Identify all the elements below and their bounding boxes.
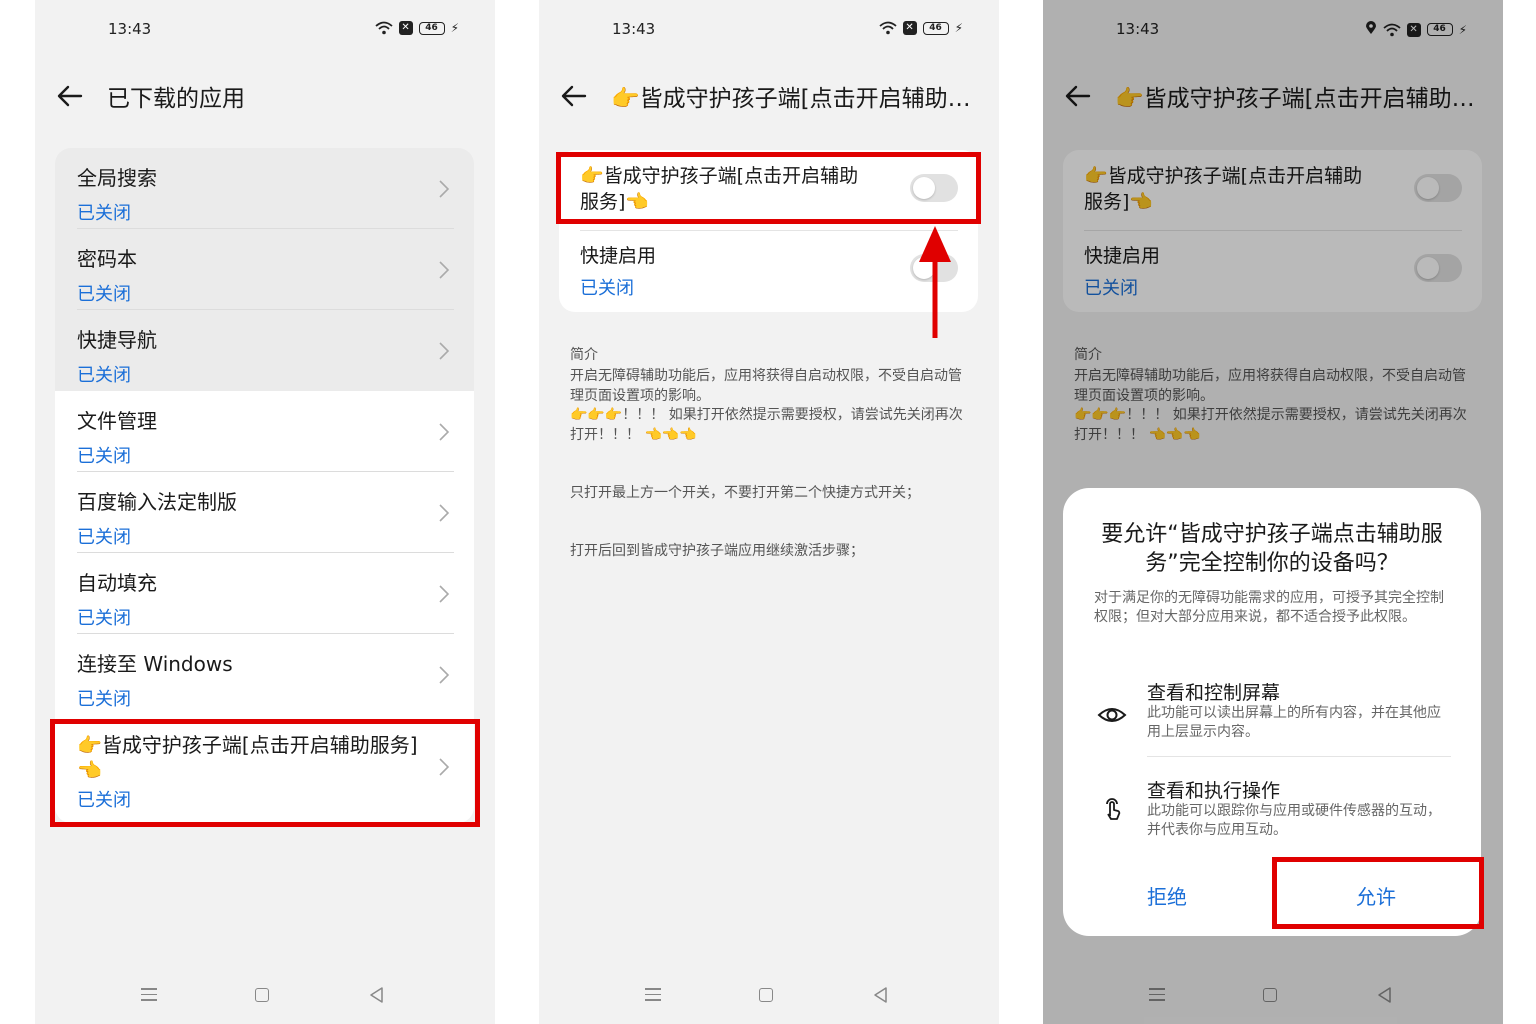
nav-bar: [35, 980, 495, 1010]
item-state: 已关闭: [77, 608, 131, 629]
red-arrow-icon: [919, 226, 951, 338]
nav-bar: [539, 980, 999, 1010]
status-bar: 13:43 ✕ 46 ⚡: [35, 18, 495, 42]
top-bar: 已下载的应用: [35, 74, 495, 118]
service-label-line2: 服务]👈: [580, 191, 650, 213]
chevron-right-icon: [439, 342, 450, 360]
charging-icon: ⚡: [450, 21, 459, 35]
service-toggle-row[interactable]: 👉皆成守护孩子端[点击开启辅助 服务]👈: [559, 150, 978, 230]
permission-title: 查看和控制屏幕: [1147, 682, 1281, 704]
chevron-right-icon: [439, 666, 450, 684]
page-title: 👉皆成守护孩子端[点击开启辅助服...: [611, 86, 989, 112]
list-item-link-to-windows[interactable]: 连接至 Windows 已关闭: [55, 634, 474, 715]
intro-text: 开启无障碍辅助功能后，应用将获得自启动权限，不受自启动管理页面设置项的影响。: [570, 368, 962, 404]
permission-desc: 此功能可以跟踪你与应用或硬件传感器的互动，并代表你与应用互动。: [1147, 803, 1441, 838]
no-sim-icon: ✕: [398, 21, 413, 35]
permission-view-perform-actions: 查看和执行操作 此功能可以跟踪你与应用或硬件传感器的互动，并代表你与应用互动。: [1063, 776, 1481, 846]
battery-icon: 46: [922, 21, 949, 35]
eye-icon: [1097, 708, 1127, 722]
nav-back-icon[interactable]: [872, 986, 888, 1004]
recents-icon[interactable]: [645, 988, 661, 1005]
item-name: 密码本: [77, 247, 137, 271]
deny-button[interactable]: 拒绝: [1107, 881, 1227, 910]
list-item-quick-nav[interactable]: 快捷导航 已关闭: [55, 310, 474, 391]
phone-screen-permission-dialog: 13:43 ✕ 46 ⚡ 👉皆成守护孩子端[点击开启辅助服... 👉皆成守护孩子…: [1043, 0, 1503, 1024]
item-state: 已关闭: [77, 365, 131, 386]
phone-screen-service-detail: 13:43 ✕ 46 ⚡ 👉皆成守护孩子端[点击开启辅助服... 👉皆成守护孩子…: [539, 0, 999, 1024]
wifi-icon: [878, 21, 897, 35]
phone-screen-downloaded-apps: 13:43 ✕ 46 ⚡ 已下载的应用 全局搜索 已关闭 密码本 已关闭 快捷导…: [35, 0, 495, 1024]
item-state: 已关闭: [77, 689, 131, 710]
battery-icon: 46: [418, 21, 445, 35]
item-name: 连接至 Windows: [77, 652, 233, 676]
wifi-icon: [374, 21, 393, 35]
chevron-right-icon: [439, 423, 450, 441]
item-state: 已关闭: [77, 527, 131, 548]
chevron-right-icon: [439, 180, 450, 198]
chevron-right-icon: [439, 758, 450, 776]
list-item-global-search[interactable]: 全局搜索 已关闭: [55, 148, 474, 229]
back-arrow-icon[interactable]: [55, 82, 85, 110]
status-time: 13:43: [108, 20, 152, 38]
allow-button[interactable]: 允许: [1316, 881, 1436, 910]
service-label-line1: 👉皆成守护孩子端[点击开启辅助: [580, 165, 859, 187]
chevron-right-icon: [439, 585, 450, 603]
home-icon[interactable]: [759, 988, 773, 1002]
item-state: 已关闭: [77, 284, 131, 305]
touch-gesture-icon: [1106, 798, 1121, 820]
list-item-password-book[interactable]: 密码本 已关闭: [55, 229, 474, 310]
home-icon[interactable]: [255, 988, 269, 1002]
status-bar: 13:43 ✕ 46 ⚡: [539, 18, 999, 42]
chevron-right-icon: [439, 261, 450, 279]
page-title: 已下载的应用: [107, 86, 245, 112]
nav-back-icon[interactable]: [368, 986, 384, 1004]
item-state: 已关闭: [77, 446, 131, 467]
item-name: 全局搜索: [77, 166, 157, 190]
status-time: 13:43: [612, 20, 656, 38]
back-arrow-icon[interactable]: [559, 82, 589, 110]
intro-note-1: 只打开最上方一个开关，不要打开第二个快捷方式开关；: [570, 485, 920, 501]
intro-heading: 简介: [570, 347, 598, 363]
permission-view-control-screen: 查看和控制屏幕 此功能可以读出屏幕上的所有内容，并在其他应用上层显示内容。: [1063, 678, 1481, 748]
charging-icon: ⚡: [954, 21, 963, 35]
item-name: 快捷导航: [77, 328, 157, 352]
recents-icon[interactable]: [141, 988, 157, 1005]
list-item-file-manager[interactable]: 文件管理 已关闭: [55, 391, 474, 472]
item-state: 已关闭: [77, 790, 131, 811]
dialog-description: 对于满足你的无障碍功能需求的应用，可授予其完全控制权限；但对大部分应用来说，都不…: [1094, 590, 1444, 625]
intro-warning: 👉👉👉！！！ 如果打开依然提示需要授权，请尝试先关闭再次打开！！！ 👈👈👈: [570, 407, 963, 443]
shortcut-label: 快捷启用: [580, 245, 657, 267]
permission-dialog: 要允许“皆成守护孩子端点击辅助服务”完全控制你的设备吗？ 对于满足你的无障碍功能…: [1063, 488, 1481, 936]
downloaded-apps-list: 全局搜索 已关闭 密码本 已关闭 快捷导航 已关闭 文件管理 已关闭 百度输入法…: [55, 148, 474, 823]
top-bar: 👉皆成守护孩子端[点击开启辅助服...: [539, 74, 999, 118]
item-name: 文件管理: [77, 409, 157, 433]
item-name: 百度输入法定制版: [77, 490, 237, 514]
list-item-baidu-ime[interactable]: 百度输入法定制版 已关闭: [55, 472, 474, 553]
no-sim-icon: ✕: [902, 21, 917, 35]
chevron-right-icon: [439, 504, 450, 522]
item-name: 自动填充: [77, 571, 157, 595]
permission-desc: 此功能可以读出屏幕上的所有内容，并在其他应用上层显示内容。: [1147, 705, 1441, 740]
dialog-title: 要允许“皆成守护孩子端点击辅助服务”完全控制你的设备吗？: [1101, 522, 1443, 576]
intro-note-2: 打开后回到皆成守护孩子端应用继续激活步骤；: [570, 543, 864, 559]
item-name-line1: 👉皆成守护孩子端[点击开启辅助服务]: [77, 733, 418, 757]
list-item-autofill[interactable]: 自动填充 已关闭: [55, 553, 474, 634]
item-name-line2: 👈: [77, 758, 102, 782]
list-item-guardian-child-app[interactable]: 👉皆成守护孩子端[点击开启辅助服务] 👈 已关闭: [55, 715, 474, 823]
permission-title: 查看和执行操作: [1147, 780, 1281, 802]
shortcut-state: 已关闭: [580, 278, 634, 299]
service-toggle-switch[interactable]: [910, 174, 958, 202]
item-state: 已关闭: [77, 203, 131, 224]
